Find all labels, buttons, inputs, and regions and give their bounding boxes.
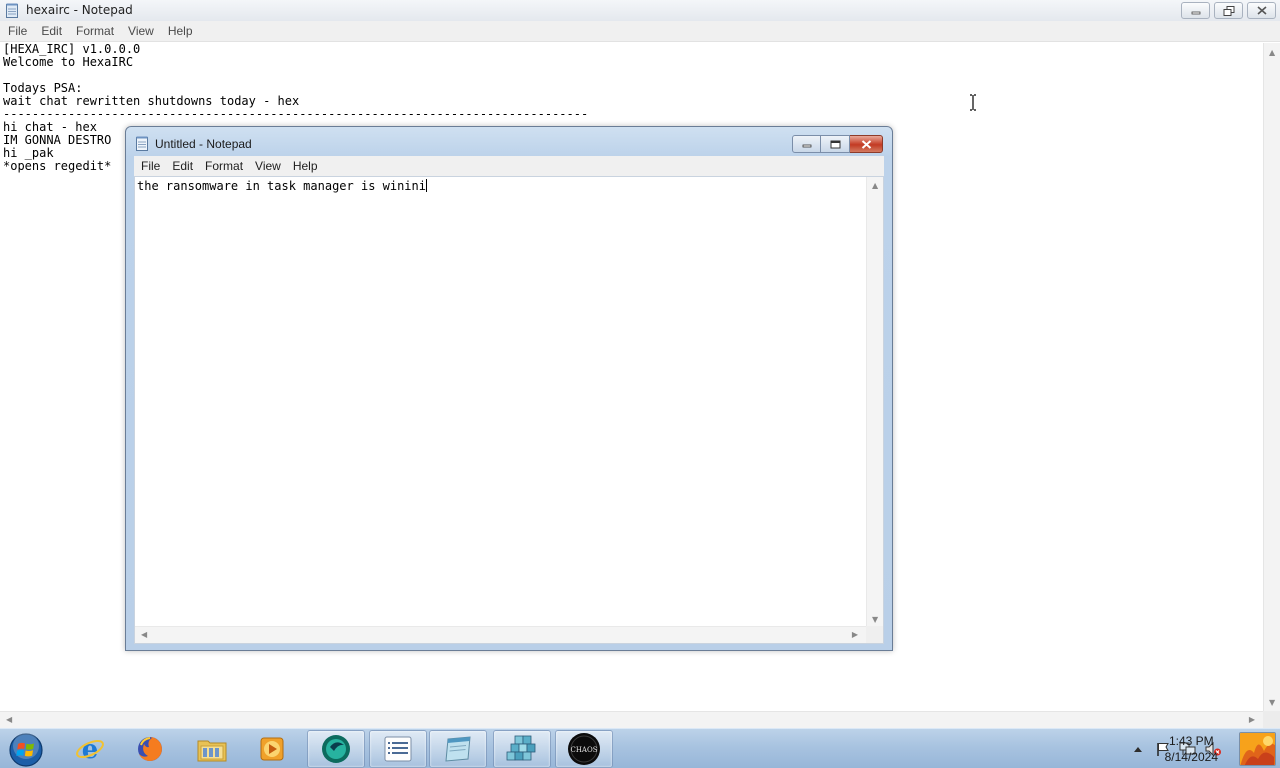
menu-help[interactable]: Help — [161, 21, 200, 42]
text-line: ​ — [3, 69, 1253, 82]
svg-text:e: e — [82, 735, 99, 764]
sub-menu-file[interactable]: File — [135, 156, 166, 176]
tray-expand-button[interactable] — [1127, 740, 1149, 758]
main-vertical-scrollbar[interactable]: ▲ ▼ — [1263, 43, 1280, 711]
text-line: ----------------------------------------… — [3, 107, 589, 121]
taskbar: e CHAOS 1:43 PM 8/14/2024 — [0, 728, 1280, 768]
show-desktop-button[interactable] — [1239, 732, 1276, 766]
start-button[interactable] — [6, 731, 46, 768]
main-window-title: hexairc - Notepad — [26, 3, 133, 17]
sub-window-title: Untitled - Notepad — [155, 137, 252, 151]
sub-text-area[interactable]: the ransomware in task manager is winini… — [134, 176, 884, 644]
notepad-icon — [6, 3, 18, 18]
taskbar-registry-editor[interactable] — [493, 730, 551, 768]
folder-icon — [197, 740, 227, 762]
sub-menu-format[interactable]: Format — [199, 156, 249, 176]
clock-date: 8/14/2024 — [1164, 750, 1218, 764]
media-player-icon — [260, 737, 284, 761]
notepad-app-icon — [445, 736, 471, 762]
internet-explorer-icon: e — [76, 735, 104, 764]
taskbar-file-explorer[interactable] — [183, 730, 241, 768]
menu-view[interactable]: View — [121, 21, 161, 42]
taskbar-hexa-app[interactable] — [307, 730, 365, 768]
taskbar-notepad-list[interactable] — [369, 730, 427, 768]
sub-menu-help[interactable]: Help — [287, 156, 324, 176]
main-menu-bar: File Edit Format View Help — [0, 21, 1280, 42]
taskbar-media-player[interactable] — [243, 730, 301, 768]
taskbar-notepad[interactable] — [429, 730, 487, 768]
chaos-icon: CHAOS — [568, 733, 600, 765]
scroll-right-icon[interactable]: ▶ — [1249, 716, 1255, 724]
windows-orb-icon — [9, 733, 43, 767]
close-button[interactable] — [1247, 2, 1276, 19]
untitled-notepad-window: Untitled - Notepad File Edit Format View… — [125, 126, 893, 651]
taskbar-firefox[interactable] — [121, 730, 179, 768]
close-icon — [1256, 6, 1267, 15]
scroll-left-icon[interactable]: ◀ — [6, 716, 12, 724]
maximize-icon — [830, 140, 840, 148]
list-icon — [384, 736, 412, 762]
sub-text-content: the ransomware in task manager is winini — [137, 179, 426, 193]
scroll-down-icon[interactable]: ▼ — [1269, 699, 1275, 707]
chaos-label: CHAOS — [570, 746, 597, 754]
sub-close-button[interactable] — [850, 135, 883, 153]
sub-menu-bar: File Edit Format View Help — [134, 156, 884, 176]
sub-maximize-button[interactable] — [821, 135, 850, 153]
minimize-icon — [802, 144, 811, 148]
scroll-right-icon[interactable]: ▶ — [852, 631, 858, 639]
resize-grip[interactable] — [866, 626, 883, 643]
sub-vertical-scrollbar[interactable]: ▲ ▼ — [866, 177, 883, 627]
minimize-button[interactable] — [1181, 2, 1210, 19]
registry-editor-icon — [506, 735, 536, 761]
sub-horizontal-scrollbar[interactable]: ◀ ▶ — [135, 626, 866, 643]
main-horizontal-scrollbar[interactable]: ◀ ▶ — [0, 711, 1263, 728]
hexa-app-icon — [322, 735, 350, 763]
sub-minimize-button[interactable] — [792, 135, 821, 153]
scroll-up-icon[interactable]: ▲ — [1269, 49, 1275, 57]
text-caret — [425, 179, 427, 192]
taskbar-chaos[interactable]: CHAOS — [555, 730, 613, 768]
wallpaper-thumbnail-icon — [1240, 733, 1275, 765]
restore-icon — [1223, 5, 1234, 16]
menu-file[interactable]: File — [1, 21, 34, 42]
close-icon — [861, 139, 871, 149]
menu-format[interactable]: Format — [69, 21, 121, 42]
notepad-icon — [136, 136, 148, 151]
sub-menu-edit[interactable]: Edit — [166, 156, 199, 176]
scroll-up-icon[interactable]: ▲ — [872, 182, 878, 190]
sub-menu-view[interactable]: View — [249, 156, 287, 176]
scroll-left-icon[interactable]: ◀ — [141, 631, 147, 639]
restore-button[interactable] — [1214, 2, 1243, 19]
menu-edit[interactable]: Edit — [34, 21, 69, 42]
scroll-down-icon[interactable]: ▼ — [872, 616, 878, 624]
minimize-icon — [1191, 11, 1200, 14]
text-cursor-icon — [970, 94, 976, 111]
clock-time: 1:43 PM — [1168, 734, 1214, 748]
taskbar-clock[interactable]: 1:43 PM 8/14/2024 — [1165, 733, 1218, 765]
text-line: [HEXA_IRC] v1.0.0.0 — [3, 43, 141, 56]
taskbar-internet-explorer[interactable]: e — [61, 730, 119, 768]
text-line: Welcome to HexaIRC — [3, 55, 134, 69]
firefox-icon — [138, 737, 162, 761]
scroll-corner — [1263, 711, 1280, 728]
chevron-up-icon — [1134, 747, 1142, 752]
main-title-bar[interactable]: hexairc - Notepad — [0, 0, 1280, 21]
